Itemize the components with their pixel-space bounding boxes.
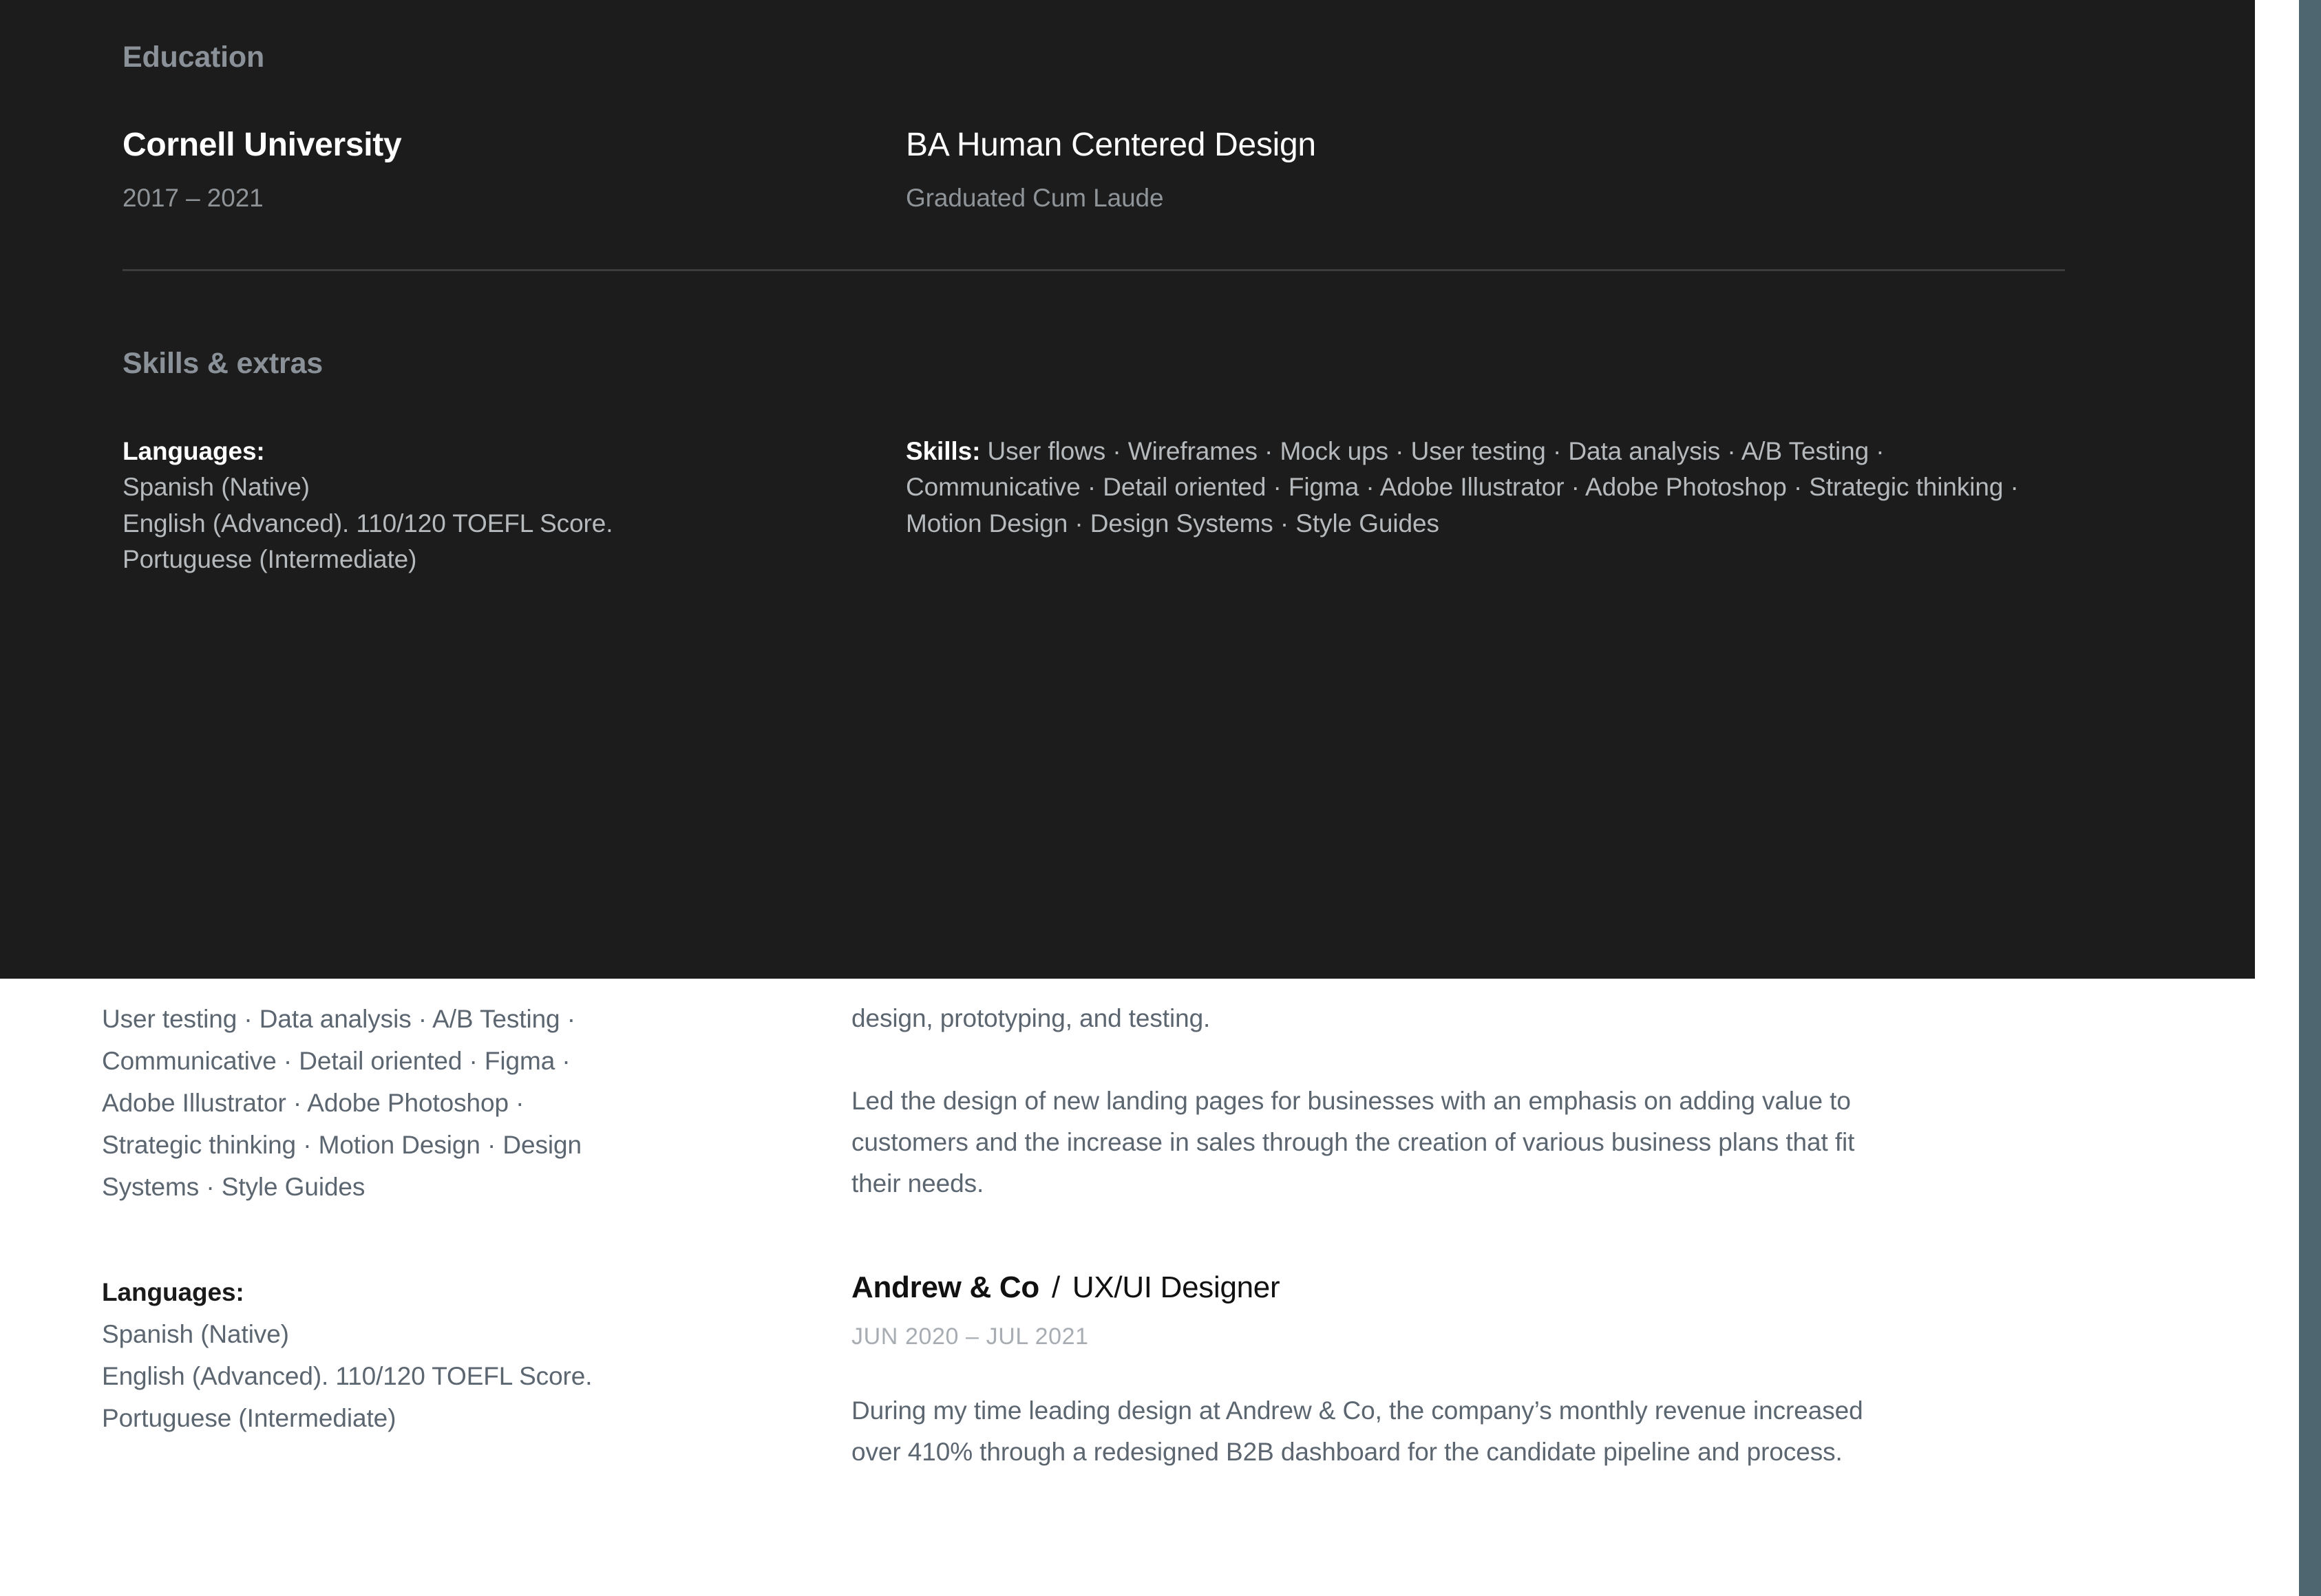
language-item: Spanish (Native) [102,1320,289,1349]
languages-label: Languages: [102,1278,244,1307]
job-separator: / [1051,1270,1060,1305]
job-dates: JUN 2020 – JUL 2021 [851,1323,1089,1350]
skills-text: User flows · Wireframes · Mock ups · Use… [906,436,2019,538]
education-honors: Graduated Cum Laude [906,184,1164,213]
language-item: Portuguese (Intermediate) [123,545,417,574]
skills-languages-column: Languages: Spanish (Native) English (Adv… [123,434,906,578]
resume-page: User testing · Data analysis · A/B Testi… [0,0,2321,1596]
education-left-column: Cornell University 2017 – 2021 [123,127,906,214]
section-divider [123,268,2065,271]
experience-entry-andrew-co: Andrew & Co / UX/UI Designer JUN 2020 – JU… [851,1271,2167,1473]
job-description: During my time leading design at Andrew … [851,1396,1863,1467]
skills-label: Skills: [906,436,981,465]
languages-label: Languages: [123,436,265,465]
skills-block: Skills: User flows · Wireframes · Mock u… [906,434,2065,542]
vertical-scrollbar[interactable] [2299,0,2321,1596]
education-years: 2017 – 2021 [123,184,264,213]
white-bottom-row: Languages: Spanish (Native) English (Adv… [102,1271,2167,1473]
education-degree: BA Human Centered Design [906,127,1316,163]
skills-extras-heading: Skills & extras [123,346,324,380]
language-item: Portuguese (Intermediate) [102,1404,396,1433]
skills-continued-text: User testing · Data analysis · A/B Testi… [102,1005,582,1202]
education-entry: Cornell University 2017 – 2021 BA Human … [123,127,2065,214]
white-right-column: design, prototyping, and testing. Led th… [851,998,2167,1208]
languages-block: Languages: Spanish (Native) English (Adv… [123,434,906,578]
experience-paragraph: Led the design of new landing pages for … [851,1086,1855,1198]
language-item: English (Advanced). 110/120 TOEFL Score. [102,1362,593,1391]
resume-white-section: User testing · Data analysis · A/B Testi… [0,979,2299,1596]
education-right-column: BA Human Centered Design Graduated Cum L… [906,127,2065,214]
job-company: Andrew & Co [851,1270,1039,1305]
education-heading: Education [123,41,265,74]
languages-block: Languages: Spanish (Native) English (Adv… [102,1271,851,1439]
language-item: English (Advanced). 110/120 TOEFL Score. [123,509,613,538]
white-section-inner: User testing · Data analysis · A/B Testi… [102,979,2167,1473]
scrollbar-thumb[interactable] [2299,0,2321,1596]
dark-panel-inner: Education Cornell University 2017 – 2021… [123,0,2065,578]
skills-list-column: Skills: User flows · Wireframes · Mock u… [906,434,2065,578]
white-left-column: User testing · Data analysis · A/B Testi… [102,998,851,1208]
language-item: Spanish (Native) [123,473,310,502]
white-top-row: User testing · Data analysis · A/B Testi… [102,979,2167,1208]
white-languages-column: Languages: Spanish (Native) English (Adv… [102,1271,851,1473]
education-school: Cornell University [123,127,402,163]
resume-dark-panel: Education Cornell University 2017 – 2021… [0,0,2255,979]
job-role: UX/UI Designer [1072,1270,1280,1305]
job-title-row: Andrew & Co / UX/UI Designer [851,1271,2167,1304]
skills-extras-entry: Languages: Spanish (Native) English (Adv… [123,434,2065,578]
experience-clipped-line: design, prototyping, and testing. [851,1004,1211,1032]
